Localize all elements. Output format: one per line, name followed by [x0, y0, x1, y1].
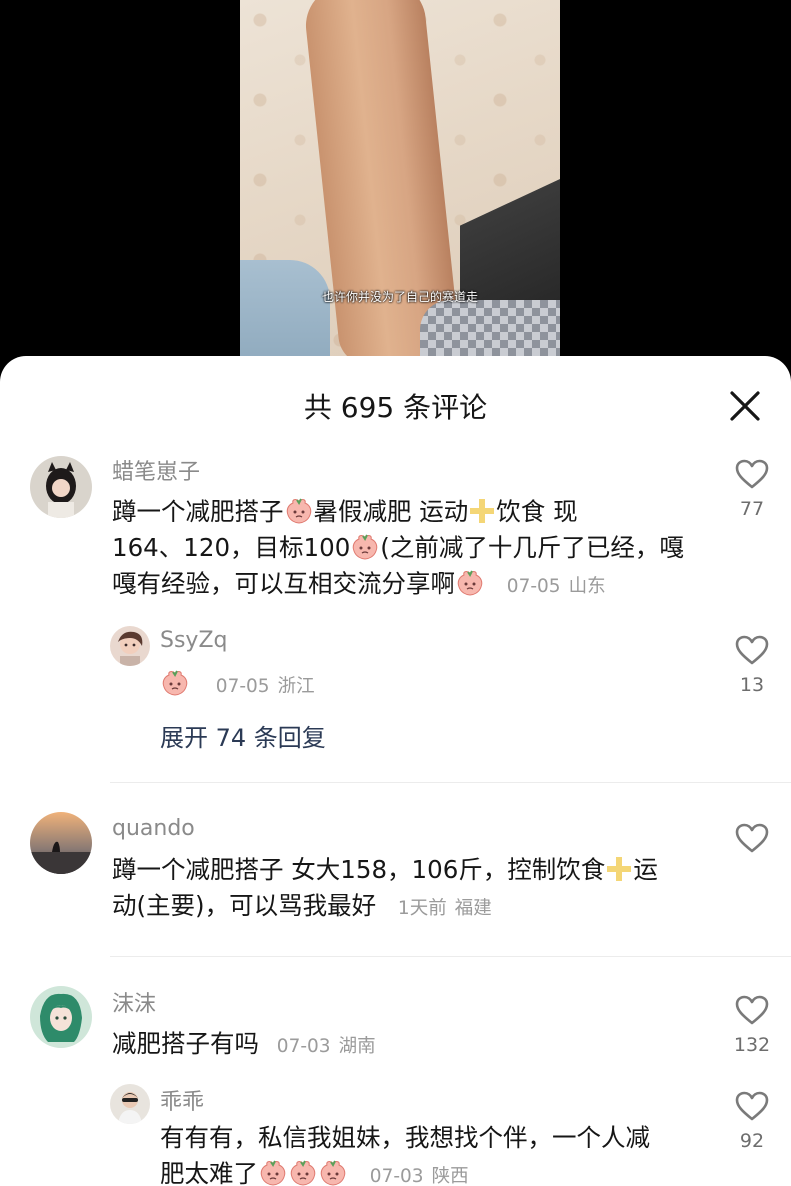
comment-line: 蹲一个减肥搭子 暑假减肥 运动 饮食 现: [112, 494, 712, 530]
comment-date: 1天前: [397, 898, 447, 919]
avatar[interactable]: [30, 986, 92, 1048]
reply-location: 陕西: [431, 1166, 469, 1186]
comment-text: 减肥搭子有吗 07-03 湖南: [112, 1026, 712, 1065]
comment-text-segment: 减肥搭子有吗: [112, 1029, 259, 1058]
comments-count-title: 共 695 条评论: [303, 391, 488, 424]
expand-replies-button[interactable]: 展开 74 条回复: [160, 718, 326, 753]
peach-cry-emoji: [456, 570, 484, 596]
bedsheet: [420, 300, 560, 360]
reply-username[interactable]: 乖乖: [160, 1084, 204, 1116]
reply-text: 07-05 浙江: [160, 666, 700, 705]
reply-text: 有有有，私信我姐妹，我想找个伴，一个人减 肥太难了 07-03 陕西: [160, 1120, 700, 1186]
comments-panel: 共 695 条评论 蜡笔崽子 蹲一个减肥搭子 暑假减肥 运动 饮食 现 164、12…: [0, 356, 791, 1186]
peach-cry-emoji: [289, 1160, 317, 1186]
like-count: 77: [739, 498, 765, 520]
reply-date: 07-05: [215, 676, 270, 697]
heart-outline-icon: [735, 823, 769, 853]
reply-meta: 07-05 浙江: [216, 676, 315, 697]
reply-meta: 07-03 陕西: [370, 1166, 469, 1186]
bed-pillow: [240, 260, 330, 360]
comment-text-segment: 动(主要)，可以骂我最好: [112, 891, 377, 920]
comment-username[interactable]: quando: [112, 816, 195, 841]
like-count: 132: [733, 1034, 771, 1056]
like-count: 13: [739, 674, 765, 696]
peach-cry-emoji: [285, 498, 313, 524]
heart-outline-icon: [735, 995, 769, 1025]
comment-line: 蹲一个减肥搭子 女大158，106斤，控制饮食运: [112, 852, 712, 888]
comment-date: 07-05: [506, 576, 561, 597]
comment-meta: 07-03 湖南: [277, 1036, 376, 1057]
close-icon[interactable]: [727, 388, 763, 424]
comment-line: 164、120，目标100 (之前减了十几斤了已经，嘎: [112, 530, 712, 566]
comment-line: 动(主要)，可以骂我最好 1天前 福建: [112, 888, 712, 927]
comment-location: 湖南: [338, 1036, 376, 1057]
comment-line: 嘎有经验，可以互相交流分享啊 07-05 山东: [112, 566, 712, 605]
avatar[interactable]: [110, 626, 150, 666]
comment-text-segment: 暑假减肥 运动: [313, 497, 469, 526]
avatar[interactable]: [30, 456, 92, 518]
video-player[interactable]: 也许你并没为了自己的赛道走: [0, 0, 791, 360]
comment-text-segment: 嘎有经验，可以互相交流分享啊: [112, 569, 455, 598]
video-frame[interactable]: 也许你并没为了自己的赛道走: [240, 0, 560, 360]
heart-outline-icon: [735, 459, 769, 489]
like-button[interactable]: 13: [722, 634, 782, 696]
like-button[interactable]: 132: [722, 994, 782, 1056]
comment-text-segment: (之前减了十几斤了已经，嘎: [380, 533, 684, 562]
comment-text-segment: 蹲一个减肥搭子: [112, 497, 284, 526]
plus-emoji: [605, 855, 633, 883]
reply-text-segment: 肥太难了: [160, 1159, 258, 1186]
comment-meta: 07-05 山东: [507, 576, 606, 597]
reply-date: 07-03: [369, 1166, 424, 1186]
video-subtitle: 也许你并没为了自己的赛道走: [321, 290, 478, 304]
comment-text-segment: 蹲一个减肥搭子 女大158，106斤，控制饮食: [112, 855, 606, 884]
comment-text-segment: 164、120，目标100: [112, 533, 351, 562]
avatar[interactable]: [30, 812, 92, 874]
reply-line: 有有有，私信我姐妹，我想找个伴，一个人减: [160, 1123, 650, 1152]
plus-emoji: [468, 497, 496, 525]
heart-outline-icon: [735, 635, 769, 665]
comment-text-segment: 运: [633, 855, 658, 884]
divider: [110, 782, 791, 783]
comment-meta: 1天前 福建: [398, 898, 492, 919]
avatar[interactable]: [110, 1084, 150, 1124]
comment-text: 蹲一个减肥搭子 女大158，106斤，控制饮食运 动(主要)，可以骂我最好 1天…: [112, 852, 712, 927]
divider: [110, 956, 791, 957]
like-button[interactable]: [722, 822, 782, 854]
comment-date: 07-03: [276, 1036, 331, 1057]
comment-username[interactable]: 沫沫: [112, 986, 156, 1018]
like-button[interactable]: 77: [722, 458, 782, 520]
reply-location: 浙江: [277, 676, 315, 697]
comment-username[interactable]: 蜡笔崽子: [112, 454, 200, 486]
like-count: 92: [739, 1130, 765, 1152]
peach-cry-emoji: [161, 670, 189, 696]
peach-cry-emoji: [319, 1160, 347, 1186]
comment-text-segment: 饮食 现: [496, 497, 578, 526]
reply-line: 肥太难了 07-03 陕西: [160, 1156, 700, 1186]
reply-username[interactable]: SsyZq: [160, 628, 227, 653]
comment-location: 福建: [454, 898, 492, 919]
peach-cry-emoji: [351, 534, 379, 560]
peach-cry-emoji: [259, 1160, 287, 1186]
like-button[interactable]: 92: [722, 1090, 782, 1152]
comment-location: 山东: [568, 576, 606, 597]
heart-outline-icon: [735, 1091, 769, 1121]
comment-text: 蹲一个减肥搭子 暑假减肥 运动 饮食 现 164、120，目标100 (之前减了十几斤…: [112, 494, 712, 605]
